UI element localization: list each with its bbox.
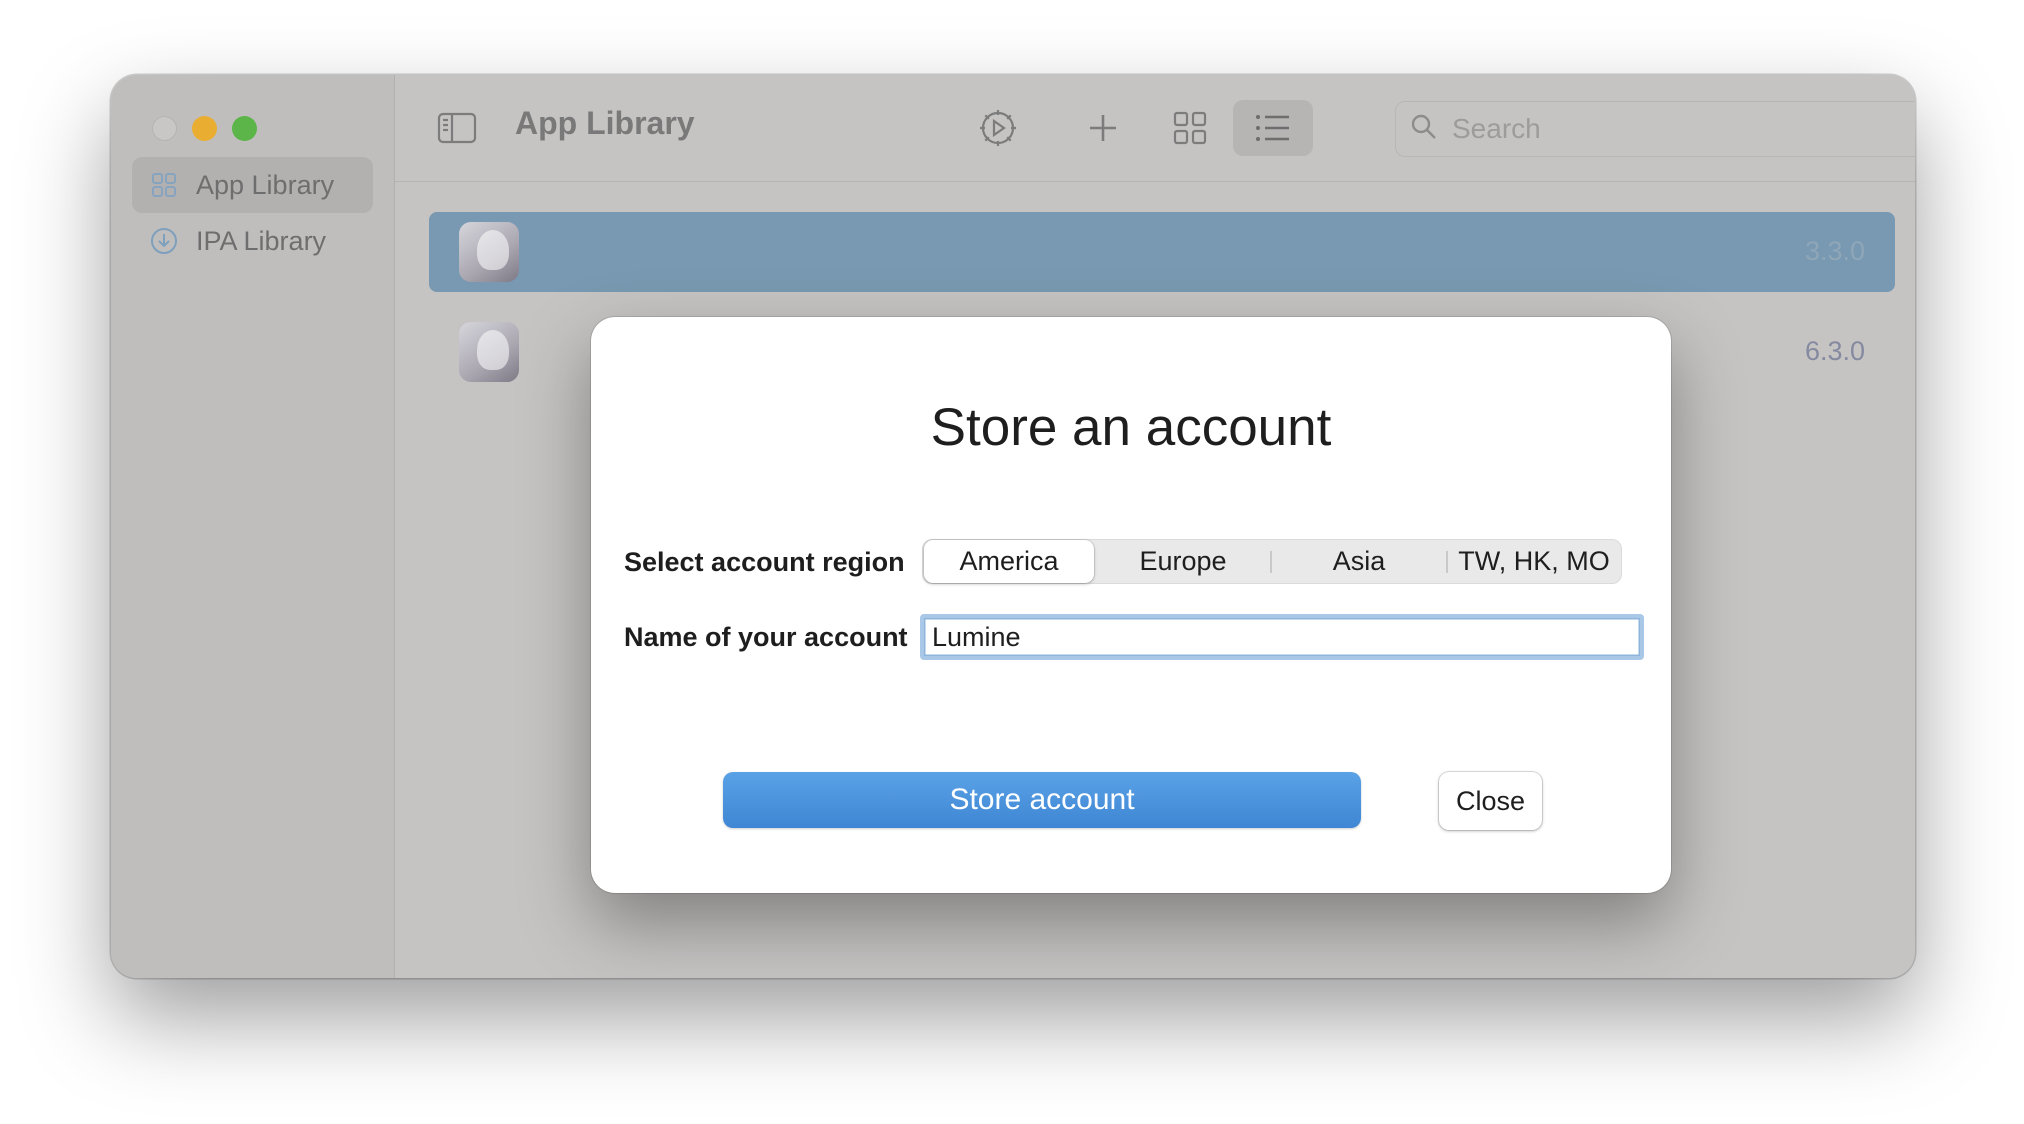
sidebar-item-app-library[interactable]: App Library bbox=[132, 157, 373, 213]
sidebar: App Library IPA Library bbox=[111, 75, 395, 978]
app-icon bbox=[459, 322, 519, 382]
app-version: 6.3.0 bbox=[1804, 336, 1865, 366]
app-icon bbox=[459, 222, 519, 282]
region-label: Select account region bbox=[624, 547, 905, 577]
region-option-tw-hk-mo[interactable]: TW, HK, MO bbox=[1448, 540, 1620, 583]
list-view-icon[interactable] bbox=[1233, 100, 1313, 156]
app-row[interactable]: 3.3.0 bbox=[429, 212, 1895, 292]
toolbar: App Library Search bbox=[395, 75, 1915, 182]
region-option-europe[interactable]: Europe bbox=[1098, 540, 1268, 583]
search-field[interactable]: Search bbox=[1395, 101, 1915, 157]
sidebar-item-label: IPA Library bbox=[196, 225, 327, 256]
window-minimize-button[interactable] bbox=[192, 116, 217, 141]
sidebar-item-ipa-library[interactable]: IPA Library bbox=[132, 213, 373, 269]
close-button[interactable]: Close bbox=[1439, 772, 1542, 830]
toolbar-title: App Library bbox=[515, 105, 695, 141]
settings-gear-icon[interactable] bbox=[975, 105, 1021, 151]
account-name-label: Name of your account bbox=[624, 622, 908, 652]
sidebar-item-label: App Library bbox=[196, 169, 335, 200]
app-version: 3.3.0 bbox=[1804, 236, 1865, 266]
region-segmented-control: America Europe Asia TW, HK, MO bbox=[922, 539, 1622, 584]
window-maximize-button[interactable] bbox=[232, 116, 257, 141]
account-name-input[interactable] bbox=[920, 614, 1644, 660]
search-placeholder: Search bbox=[1452, 113, 1541, 144]
grid-icon bbox=[150, 171, 178, 199]
store-account-dialog: Store an account Select account region A… bbox=[591, 317, 1671, 893]
window-close-button[interactable] bbox=[152, 116, 177, 141]
segment-divider bbox=[1270, 551, 1272, 573]
region-option-asia[interactable]: Asia bbox=[1273, 540, 1445, 583]
store-account-button[interactable]: Store account bbox=[723, 772, 1361, 828]
app-window: App Library IPA Library App Library Sear… bbox=[111, 75, 1915, 978]
plus-icon[interactable] bbox=[1082, 107, 1124, 149]
grid-view-icon[interactable] bbox=[1168, 106, 1212, 150]
dialog-title: Store an account bbox=[930, 398, 1332, 457]
search-icon bbox=[1410, 113, 1438, 146]
region-option-america[interactable]: America bbox=[924, 540, 1094, 583]
sidebar-toggle-icon[interactable] bbox=[437, 108, 477, 148]
download-circle-icon bbox=[150, 227, 178, 255]
